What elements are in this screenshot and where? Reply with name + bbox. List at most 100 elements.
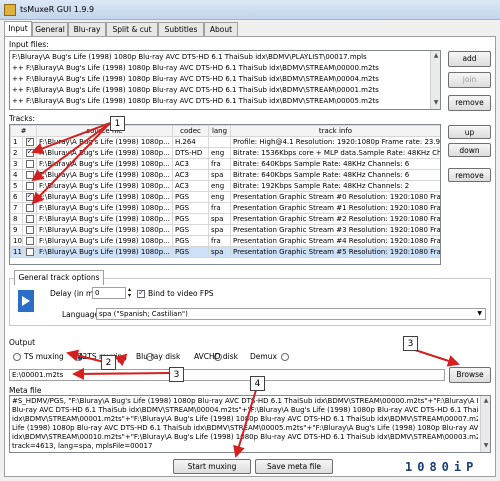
- track-checkbox[interactable]: [22, 202, 37, 214]
- col-header-source[interactable]: source file: [36, 125, 173, 137]
- track-lang: spa: [208, 213, 231, 225]
- add-button[interactable]: add: [448, 51, 491, 67]
- track-checkbox[interactable]: [22, 224, 37, 236]
- tab-subtitles[interactable]: Subtitles: [158, 22, 204, 36]
- table-row[interactable]: 10 F:\Bluray\A Bug's Life (1998) 1080p...…: [10, 235, 440, 247]
- track-info: Bitrate: 192Kbps Sample Rate: 48KHz Chan…: [230, 180, 440, 192]
- checkbox[interactable]: [25, 182, 34, 190]
- checkbox[interactable]: [25, 226, 34, 234]
- track-codec: PGS: [172, 191, 209, 203]
- track-lang: [208, 136, 231, 148]
- track-codec: PGS: [172, 202, 209, 214]
- track-checkbox[interactable]: [22, 147, 37, 159]
- up-button[interactable]: up: [448, 125, 491, 139]
- track-info: Profile: High@4.1 Resolution: 1920:1080p…: [230, 136, 440, 148]
- browse-button[interactable]: Browse: [449, 367, 491, 383]
- table-row[interactable]: 7 F:\Bluray\A Bug's Life (1998) 1080p... P…: [10, 202, 440, 214]
- delay-input[interactable]: 0: [92, 287, 126, 299]
- track-info: Presentation Graphic Stream #2 Resolutio…: [230, 213, 440, 225]
- track-lang: eng: [208, 191, 231, 203]
- track-checkbox[interactable]: [22, 180, 37, 192]
- track-checkbox[interactable]: [22, 213, 37, 225]
- track-number: 9: [10, 224, 23, 236]
- checkbox[interactable]: [25, 204, 34, 212]
- track-lang: fra: [208, 158, 231, 170]
- track-lang: spa: [208, 169, 231, 181]
- scroll-down-icon[interactable]: ▼: [432, 99, 440, 107]
- list-item[interactable]: F:\Bluray\A Bug's Life (1998) 1080p Blu-…: [12, 52, 430, 62]
- checkbox[interactable]: [25, 215, 34, 223]
- tab-general-track-options[interactable]: General track options: [14, 270, 104, 285]
- input-scrollbar[interactable]: ▲ ▼: [430, 51, 440, 109]
- down-button[interactable]: down: [448, 143, 491, 157]
- meta-scrollbar[interactable]: ▲ ▼: [480, 396, 490, 452]
- table-row[interactable]: 5 F:\Bluray\A Bug's Life (1998) 1080p... A…: [10, 180, 440, 192]
- track-checkbox[interactable]: [22, 169, 37, 181]
- bind-fps-checkbox[interactable]: [137, 288, 145, 298]
- col-header-codec[interactable]: codec: [172, 125, 209, 137]
- scroll-up-icon[interactable]: ▲: [482, 397, 490, 405]
- col-header-number[interactable]: #: [10, 125, 37, 137]
- callout-1: 1: [110, 116, 125, 131]
- bluray-disk-label: Blu-ray disk: [136, 352, 181, 361]
- tab-bluray[interactable]: Blu-ray: [68, 22, 106, 36]
- track-codec: PGS: [172, 224, 209, 236]
- track-checkbox[interactable]: [22, 246, 37, 258]
- start-muxing-button[interactable]: Start muxing: [173, 459, 251, 474]
- language-select[interactable]: spa ("Spanish; Castilian") ▼: [96, 308, 486, 320]
- table-row[interactable]: 11 F:\Bluray\A Bug's Life (1998) 1080p...…: [10, 246, 440, 258]
- checkbox[interactable]: [25, 138, 34, 146]
- checkbox[interactable]: [25, 248, 34, 256]
- tab-general[interactable]: General: [32, 22, 68, 36]
- list-item[interactable]: ++ F:\Bluray\A Bug's Life (1998) 1080p B…: [12, 74, 430, 84]
- remove-input-button[interactable]: remove: [448, 95, 491, 111]
- input-files-list[interactable]: F:\Bluray\A Bug's Life (1998) 1080p Blu-…: [9, 50, 441, 110]
- track-number: 8: [10, 213, 23, 225]
- meta-file-text[interactable]: #S_HDMV/PGS, "F:\Bluray\A Bug's Life (19…: [9, 395, 491, 453]
- track-source: F:\Bluray\A Bug's Life (1998) 1080p...: [36, 147, 173, 159]
- watermark-text: 1080iP: [405, 460, 479, 474]
- save-meta-file-button[interactable]: Save meta file: [255, 459, 333, 474]
- table-row[interactable]: 8 F:\Bluray\A Bug's Life (1998) 1080p... P…: [10, 213, 440, 225]
- track-lang: eng: [208, 147, 231, 159]
- track-checkbox[interactable]: [22, 191, 37, 203]
- join-button[interactable]: join: [448, 72, 491, 88]
- track-checkbox[interactable]: [22, 158, 37, 170]
- scroll-down-icon[interactable]: ▼: [482, 442, 490, 450]
- track-checkbox[interactable]: [22, 235, 37, 247]
- remove-track-button[interactable]: remove: [448, 168, 491, 182]
- track-source: F:\Bluray\A Bug's Life (1998) 1080p...: [36, 202, 173, 214]
- demux-radio[interactable]: [280, 353, 289, 361]
- checkbox[interactable]: [25, 237, 34, 245]
- track-codec: DTS-HD: [172, 147, 209, 159]
- list-item[interactable]: ++ F:\Bluray\A Bug's Life (1998) 1080p B…: [12, 85, 430, 95]
- ts-muxing-radio[interactable]: [13, 353, 21, 361]
- checkbox[interactable]: [25, 160, 34, 168]
- col-header-lang[interactable]: lang: [208, 125, 231, 137]
- table-row[interactable]: 9 F:\Bluray\A Bug's Life (1998) 1080p... P…: [10, 224, 440, 236]
- chevron-down-icon[interactable]: ▼: [477, 309, 482, 319]
- checkbox[interactable]: [25, 171, 34, 179]
- tab-about[interactable]: About: [204, 22, 238, 36]
- checkbox[interactable]: [25, 149, 34, 157]
- list-item[interactable]: ++ F:\Bluray\A Bug's Life (1998) 1080p B…: [12, 96, 430, 106]
- scroll-up-icon[interactable]: ▲: [432, 52, 440, 60]
- table-row[interactable]: 4 F:\Bluray\A Bug's Life (1998) 1080p... A…: [10, 169, 440, 181]
- output-label: Output: [9, 338, 36, 347]
- table-row[interactable]: 1 F:\Bluray\A Bug's Life (1998) 1080p...H…: [10, 136, 440, 148]
- table-row[interactable]: 6F:\Bluray\A Bug's Life (1998) 1080p...P…: [10, 191, 440, 203]
- tab-input[interactable]: Input: [4, 21, 32, 36]
- delay-spinner-icon[interactable]: ▴ ▾: [128, 287, 131, 299]
- tracks-table: # source file codec lang track info 1 F:\…: [10, 125, 440, 258]
- track-checkbox[interactable]: [22, 136, 37, 148]
- col-header-info[interactable]: track info: [230, 125, 440, 137]
- window-title: tsMuxeR GUI 1.9.9: [20, 5, 95, 14]
- table-row[interactable]: 3 F:\Bluray\A Bug's Life (1998) 1080p... A…: [10, 158, 440, 170]
- table-row[interactable]: 2 F:\Bluray\A Bug's Life (1998) 1080p...D…: [10, 147, 440, 159]
- callout-3b: 3: [403, 336, 418, 351]
- checkbox[interactable]: [25, 193, 34, 201]
- track-info: Presentation Graphic Stream #1 Resolutio…: [230, 202, 440, 214]
- output-path-input[interactable]: E:\00001.m2ts: [9, 369, 445, 381]
- tab-split-cut[interactable]: Split & cut: [106, 22, 158, 36]
- list-item[interactable]: ++ F:\Bluray\A Bug's Life (1998) 1080p B…: [12, 63, 430, 73]
